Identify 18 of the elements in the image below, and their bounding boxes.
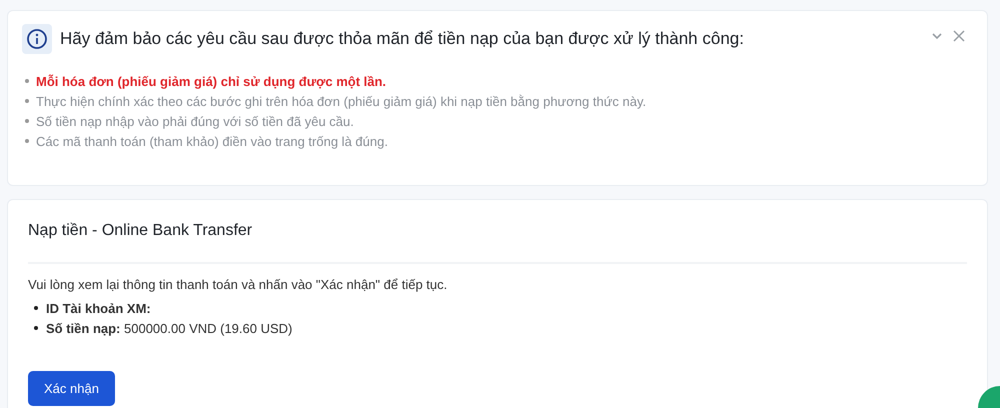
detail-text: ID Tài khoản XM: bbox=[46, 300, 151, 318]
requirement-text: Thực hiện chính xác theo các bước ghi trên hóa đơn (phiếu giảm giá) khi nạp tiền bằng phương thức này. bbox=[36, 93, 646, 111]
bullet-icon bbox=[25, 139, 29, 143]
bullet-icon bbox=[25, 99, 29, 103]
requirement-text: Các mã thanh toán (tham khảo) điền vào trang trống là đúng. bbox=[36, 133, 388, 151]
requirement-text: Số tiền nạp nhập vào phải đúng với số tiền đã yêu cầu. bbox=[36, 113, 354, 131]
detail-text: Số tiền nạp: 500000.00 VND (19.60 USD) bbox=[46, 320, 292, 338]
notice-title: Hãy đảm bảo các yêu cầu sau được thỏa mãn để tiền nạp của bạn được xử lý thành công: bbox=[60, 29, 745, 49]
bullet-icon bbox=[25, 119, 29, 123]
deposit-title: Nạp tiền - Online Bank Transfer bbox=[28, 222, 967, 264]
close-icon[interactable] bbox=[953, 30, 965, 42]
bullet-icon bbox=[34, 326, 38, 330]
requirement-text: Mỗi hóa đơn (phiếu giảm giá) chỉ sử dụng được một lần. bbox=[36, 73, 386, 91]
confirm-button[interactable]: Xác nhận bbox=[28, 371, 115, 406]
bullet-icon bbox=[34, 306, 38, 310]
bullet-icon bbox=[25, 79, 29, 83]
info-icon bbox=[22, 24, 52, 54]
instruction-text: Vui lòng xem lại thông tin thanh toán và nhấn vào "Xác nhận" để tiếp tục. bbox=[28, 277, 448, 292]
